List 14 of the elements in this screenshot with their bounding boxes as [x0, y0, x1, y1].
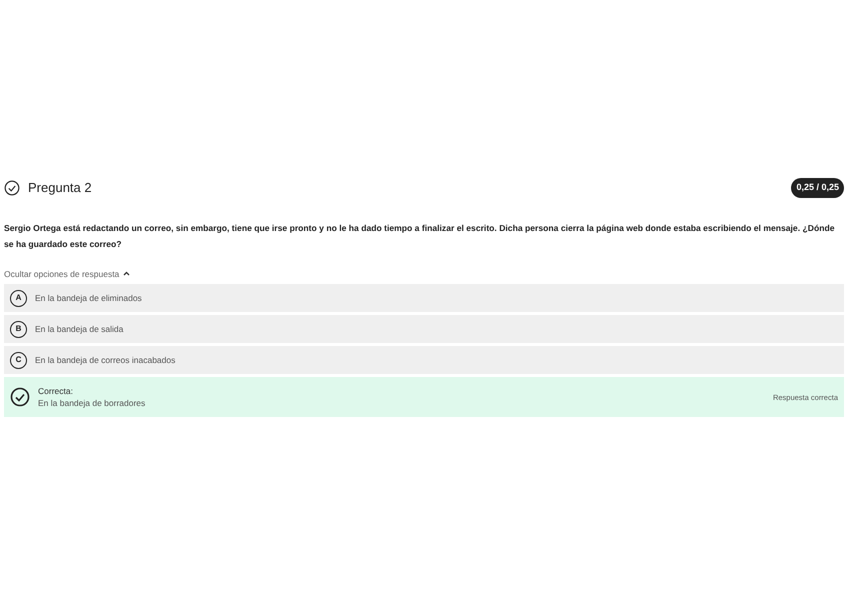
answer-text: En la bandeja de borradores [38, 397, 146, 410]
toggle-link[interactable]: Ocultar opciones de respuesta [4, 268, 120, 280]
caret-icon[interactable] [123, 271, 130, 276]
letter-icon: A [10, 290, 27, 307]
check-icon [10, 387, 30, 408]
answer-option[interactable]: A En la bandeja de eliminados [4, 284, 844, 312]
answer-option[interactable]: C En la bandeja de correos inacabados [4, 346, 844, 374]
question-title: Pregunta 2 [28, 179, 92, 197]
letter-icon: B [10, 320, 27, 338]
status-label: Correcta: [38, 384, 74, 398]
answer-option[interactable]: B En la bandeja de salida [4, 315, 844, 344]
score-badge: 0,25 / 0,25 [791, 178, 844, 198]
letter-icon: C [10, 352, 27, 369]
question-text: Sergio Ortega está redactando un correo, sin embargo, tiene que irse pronto y no le ha dado tiempo a finalizar el escrito. Dicha persona cierra la página web donde estaba escribiendo el mensaje. ¿Dónde se ha guardado este correo? [4, 222, 836, 251]
